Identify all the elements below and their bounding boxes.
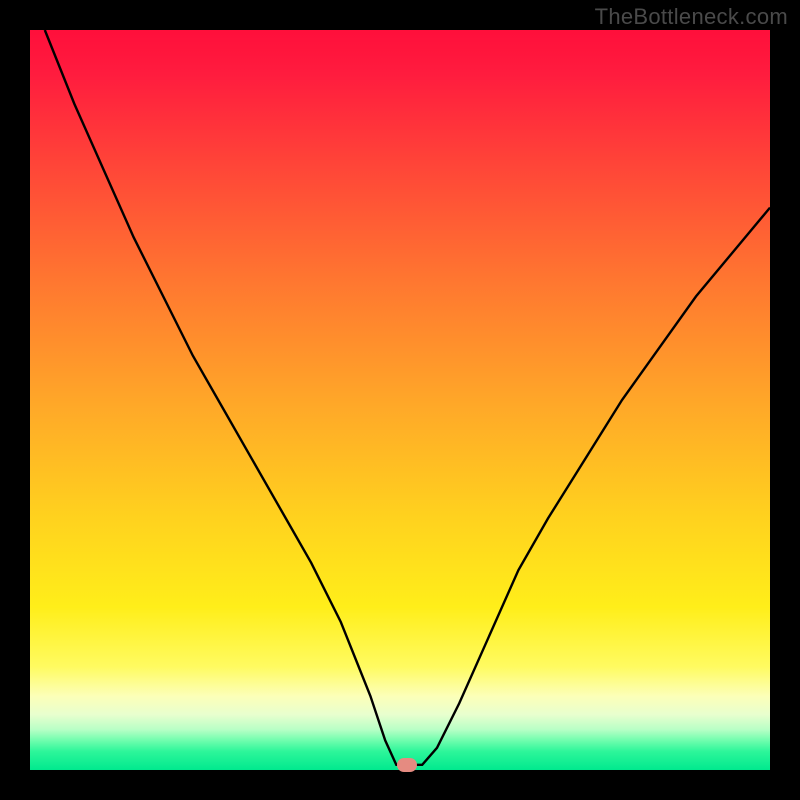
plot-area bbox=[30, 30, 770, 770]
bottleneck-curve bbox=[45, 30, 770, 765]
watermark-text: TheBottleneck.com bbox=[595, 4, 788, 30]
curve-svg bbox=[30, 30, 770, 770]
chart-container: TheBottleneck.com bbox=[0, 0, 800, 800]
optimal-point-marker bbox=[397, 758, 417, 772]
